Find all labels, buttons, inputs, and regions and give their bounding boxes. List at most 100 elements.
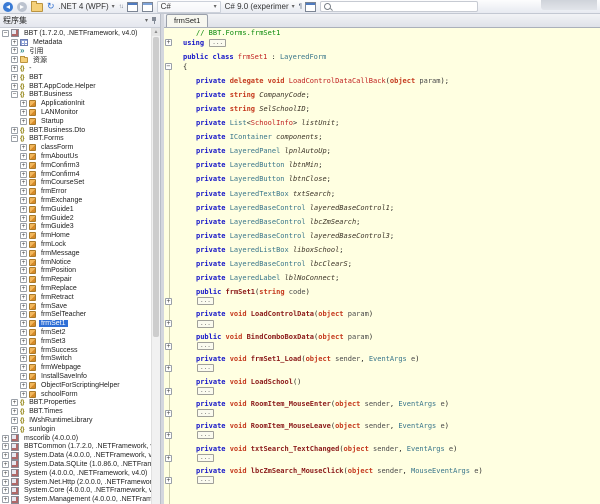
tree-item-bbt-business[interactable]: −{}BBT.Business xyxy=(0,91,151,100)
expand-icon[interactable]: + xyxy=(165,343,172,350)
expand-icon[interactable]: + xyxy=(20,259,27,266)
tree-item-metadata[interactable]: +Metadata xyxy=(0,38,151,47)
tree-item-frmrepair[interactable]: +frmRepair xyxy=(0,275,151,284)
expand-icon[interactable]: + xyxy=(20,364,27,371)
tree-item-system-net-http-2-0-0-0-netframework[interactable]: +System.Net.Http (2.0.0.0, .NETFramework… xyxy=(0,478,151,487)
tree-item-bbt-properties[interactable]: +{}BBT.Properties xyxy=(0,398,151,407)
open-file-button[interactable] xyxy=(31,1,43,12)
expand-icon[interactable]: + xyxy=(2,452,9,459)
language-dropdown[interactable]: C# ▾ xyxy=(157,1,221,13)
tree-item-item[interactable]: +»引用 xyxy=(0,47,151,56)
reload-button[interactable]: ↻ xyxy=(47,2,55,11)
tree-item-frmsave[interactable]: +frmSave xyxy=(0,302,151,311)
expand-icon[interactable]: + xyxy=(20,303,27,310)
expand-icon[interactable]: + xyxy=(20,232,27,239)
tree-item-frmexchange[interactable]: +frmExchange xyxy=(0,196,151,205)
expand-icon[interactable]: + xyxy=(20,355,27,362)
collapsed-region[interactable]: ... xyxy=(197,320,214,328)
collapsed-region[interactable]: ... xyxy=(197,342,214,350)
expand-icon[interactable]: + xyxy=(11,83,18,90)
back-button[interactable] xyxy=(3,2,13,12)
expand-icon[interactable]: + xyxy=(2,461,9,468)
tree-item-installsaveinfo[interactable]: +InstallSaveInfo xyxy=(0,372,151,381)
expand-icon[interactable]: + xyxy=(11,408,18,415)
tree-item-frmset2[interactable]: +frmSet2 xyxy=(0,328,151,337)
scrollbar-thumb[interactable] xyxy=(153,37,159,337)
tree-item-sunlogin[interactable]: +{}sunlogin xyxy=(0,425,151,434)
tree-item-frmreplace[interactable]: +frmReplace xyxy=(0,284,151,293)
tree-item-iwshruntimelibrary[interactable]: +{}IWshRuntimeLibrary xyxy=(0,416,151,425)
language-version-dropdown[interactable]: C# 9.0 (experimer ▾ xyxy=(225,2,295,11)
expand-icon[interactable]: + xyxy=(11,127,18,134)
expand-icon[interactable]: + xyxy=(11,56,18,63)
tree-item-frmconfirm3[interactable]: +frmConfirm3 xyxy=(0,161,151,170)
expand-icon[interactable]: + xyxy=(20,144,27,151)
expand-icon[interactable]: + xyxy=(20,118,27,125)
expand-icon[interactable]: + xyxy=(2,470,9,477)
dock-window-button[interactable] xyxy=(127,2,138,12)
tree-item-system-4-0-0-0-netframework-v4-0[interactable]: +System (4.0.0.0, .NETFramework, v4.0) xyxy=(0,469,151,478)
collapse-icon[interactable]: − xyxy=(2,30,9,37)
expand-icon[interactable]: + xyxy=(20,223,27,230)
expand-icon[interactable]: + xyxy=(20,197,27,204)
expand-icon[interactable]: + xyxy=(20,391,27,398)
expand-icon[interactable]: + xyxy=(20,382,27,389)
expand-icon[interactable]: + xyxy=(11,426,18,433)
collapsed-region[interactable]: ... xyxy=(197,297,214,305)
tree-item-classform[interactable]: +classForm xyxy=(0,143,151,152)
collapse-icon[interactable]: − xyxy=(11,135,18,142)
collapse-icon[interactable]: − xyxy=(11,91,18,98)
tree-item-item[interactable]: +资源 xyxy=(0,55,151,64)
tree-item-frmmessage[interactable]: +frmMessage xyxy=(0,249,151,258)
float-window-button[interactable] xyxy=(142,2,153,12)
tree-item-frmsuccess[interactable]: +frmSuccess xyxy=(0,346,151,355)
expand-icon[interactable]: + xyxy=(20,373,27,380)
tree-item-frmset1[interactable]: +frmSet1 xyxy=(0,319,151,328)
tree-item-frmset3[interactable]: +frmSet3 xyxy=(0,337,151,346)
expand-icon[interactable]: + xyxy=(20,153,27,160)
expand-icon[interactable]: + xyxy=(2,443,9,450)
tree-item-frmnotice[interactable]: +frmNotice xyxy=(0,258,151,267)
expand-icon[interactable]: + xyxy=(20,276,27,283)
tree-item-bbt-times[interactable]: +{}BBT.Times xyxy=(0,407,151,416)
tree-item-bbtcommon-1-7-2-0-netframework-v4-0[interactable]: +BBTCommon (1.7.2.0, .NETFramework, v4.0… xyxy=(0,442,151,451)
collapsed-region[interactable]: ... xyxy=(197,387,214,395)
expand-icon[interactable]: + xyxy=(20,162,27,169)
expand-icon[interactable]: + xyxy=(11,417,18,424)
tree-item-frmposition[interactable]: +frmPosition xyxy=(0,267,151,276)
tree-item-frmguide1[interactable]: +frmGuide1 xyxy=(0,205,151,214)
scroll-up-icon[interactable]: ▲ xyxy=(152,28,160,36)
tree-item-mscorlib-4-0-0-0[interactable]: +mscorlib (4.0.0.0) xyxy=(0,434,151,443)
collapsed-region[interactable]: ... xyxy=(197,364,214,372)
tree-item-lanmonitor[interactable]: +LANMonitor xyxy=(0,108,151,117)
expand-icon[interactable]: + xyxy=(20,250,27,257)
collapsed-region[interactable]: ... xyxy=(209,39,226,47)
chevron-down-icon[interactable]: ▾ xyxy=(145,17,148,24)
collapsed-region[interactable]: ... xyxy=(197,431,214,439)
expand-icon[interactable]: + xyxy=(11,65,18,72)
expand-icon[interactable]: + xyxy=(165,410,172,417)
expand-icon[interactable]: + xyxy=(20,241,27,248)
tree-item-frmerror[interactable]: +frmError xyxy=(0,187,151,196)
tree-item-bbt-business-dto[interactable]: +{}BBT.Business.Dto xyxy=(0,126,151,135)
expand-icon[interactable]: + xyxy=(20,109,27,116)
tab-frmset1[interactable]: frmSet1 xyxy=(166,14,208,27)
word-wrap-button[interactable]: ¶ xyxy=(299,4,301,10)
expand-icon[interactable]: + xyxy=(165,455,172,462)
expand-icon[interactable]: + xyxy=(165,320,172,327)
expand-icon[interactable]: + xyxy=(20,311,27,318)
expand-icon[interactable]: + xyxy=(20,171,27,178)
expand-icon[interactable]: + xyxy=(2,435,9,442)
tree-item-item[interactable]: +{}- xyxy=(0,64,151,73)
expand-icon[interactable]: + xyxy=(11,39,18,46)
pin-icon[interactable] xyxy=(151,17,157,25)
tree-item-bbt-forms[interactable]: −{}BBT.Forms xyxy=(0,135,151,144)
expand-icon[interactable]: + xyxy=(165,388,172,395)
expand-icon[interactable]: + xyxy=(165,298,172,305)
popout-button[interactable] xyxy=(305,2,316,12)
expand-icon[interactable]: + xyxy=(11,74,18,81)
expand-icon[interactable]: + xyxy=(20,188,27,195)
expand-icon[interactable]: + xyxy=(2,496,9,503)
expand-icon[interactable]: + xyxy=(20,329,27,336)
expand-icon[interactable]: + xyxy=(2,479,9,486)
